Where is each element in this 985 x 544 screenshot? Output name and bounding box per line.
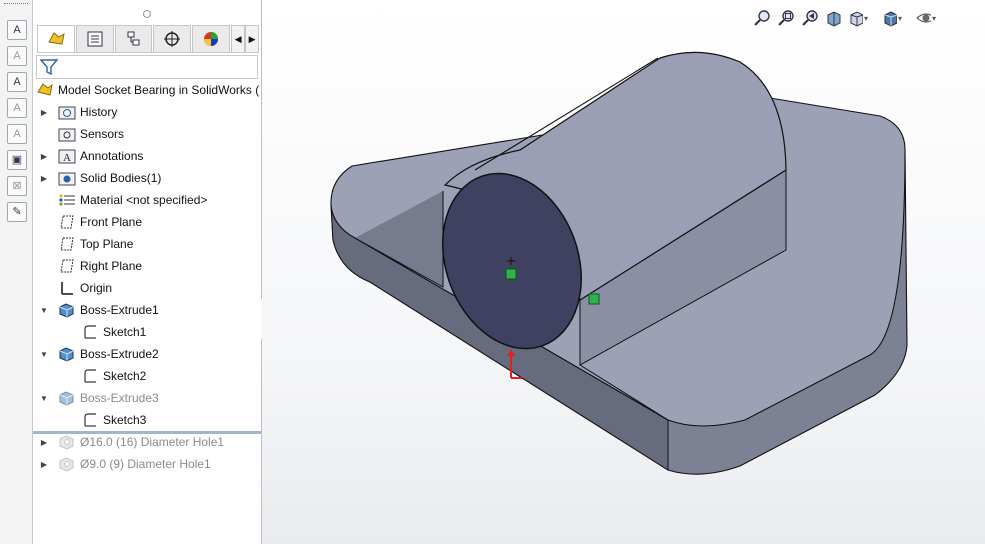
plane-icon <box>58 258 76 274</box>
tree-item-label: Material <not specified> <box>80 193 208 207</box>
history-folder-icon <box>58 104 76 120</box>
tree-item[interactable]: Top Plane <box>58 234 133 254</box>
tree-item-label: Sketch2 <box>103 369 147 383</box>
extrude-icon <box>58 346 76 362</box>
spell-check-icon[interactable]: A <box>7 98 27 118</box>
expand-arrow[interactable]: ▶ <box>39 151 49 161</box>
center-point-marker <box>505 268 517 280</box>
configurationmanager-tab[interactable] <box>114 25 153 52</box>
tree-item[interactable]: Ø9.0 (9) Diameter Hole1 <box>58 454 211 474</box>
tree-item-label: Right Plane <box>80 259 143 273</box>
collapse-arrow[interactable]: ▼ <box>39 305 49 315</box>
feature-manager-panel: ◀ ▶ Model Socket Bearing in SolidWorks (… <box>33 0 262 544</box>
sketch-icon <box>81 412 99 428</box>
tree-root-label: Model Socket Bearing in SolidWorks ( <box>58 83 260 97</box>
tree-item[interactable]: Boss-Extrude2 <box>58 344 159 364</box>
collapse-arrow[interactable]: ▼ <box>39 349 49 359</box>
tree-item[interactable]: A Annotations <box>58 146 143 166</box>
tree-item[interactable]: Ø16.0 (16) Diameter Hole1 <box>58 432 224 452</box>
tree-item-label: History <box>80 105 118 119</box>
tree-item[interactable]: Origin <box>58 278 112 298</box>
extrude-icon <box>58 390 76 406</box>
panel-grip[interactable] <box>143 10 151 18</box>
tree-item-label: Boss-Extrude3 <box>80 391 159 405</box>
tree-item-label: Boss-Extrude1 <box>80 303 159 317</box>
tree-item-label: Top Plane <box>80 237 134 251</box>
plane-icon <box>58 214 76 230</box>
tree-item-label: Origin <box>80 281 113 295</box>
tree-item[interactable]: Front Plane <box>58 212 142 232</box>
tree-item-label: Sketch1 <box>103 325 147 339</box>
tree-item[interactable]: Sketch1 <box>81 322 146 342</box>
chevron-right-icon: ▶ <box>248 33 256 44</box>
tree-item-label: Sensors <box>80 127 125 141</box>
filter-icon <box>39 59 59 76</box>
hole-wizard-icon <box>58 456 76 472</box>
tree-item[interactable]: Sketch3 <box>81 410 146 430</box>
tree-item-label: Boss-Extrude2 <box>80 347 159 361</box>
tree-item[interactable]: Solid Bodies(1) <box>58 168 161 188</box>
tree-item-label: Sketch3 <box>103 413 147 427</box>
annotations-folder-icon: A <box>58 148 76 164</box>
display-manager-tab[interactable] <box>192 25 231 52</box>
featuremanager-tab[interactable] <box>37 25 75 52</box>
tree-item[interactable]: Material <not specified> <box>58 190 207 210</box>
auto-balloon-icon[interactable]: ⊠ <box>7 176 27 196</box>
tree-item[interactable]: Sketch2 <box>81 366 146 386</box>
tree-item-label: Front Plane <box>80 215 143 229</box>
expand-arrow[interactable]: ▶ <box>39 107 49 117</box>
expand-arrow[interactable]: ▶ <box>39 459 49 469</box>
tree-item[interactable]: Boss-Extrude3 <box>58 388 159 408</box>
part-icon <box>36 82 54 98</box>
color-wheel-icon <box>204 32 219 46</box>
hole-wizard-icon <box>58 434 76 450</box>
expand-arrow[interactable]: ▶ <box>39 173 49 183</box>
tree-item[interactable]: Boss-Extrude1 <box>58 300 159 320</box>
chevron-left-icon: ◀ <box>234 33 242 44</box>
tree-item-label: Ø16.0 (16) Diameter Hole1 <box>80 435 225 449</box>
material-icon <box>58 192 76 208</box>
feature-tree-icon <box>48 32 65 45</box>
tree-item[interactable]: History <box>58 102 117 122</box>
left-command-strip: A A A A A ▣ ⊠ ✎ <box>0 0 33 544</box>
tree-item-label: Ø9.0 (9) Diameter Hole1 <box>80 457 211 471</box>
extrude-icon <box>58 302 76 318</box>
smart-dimension-icon[interactable]: A <box>7 20 27 40</box>
tree-item[interactable]: Sensors <box>58 124 124 144</box>
configuration-icon <box>127 31 140 46</box>
crosshair-icon <box>164 31 181 47</box>
origin-icon <box>58 280 76 296</box>
tab-scroll-right[interactable]: ▶ <box>245 25 260 53</box>
note-icon[interactable]: A <box>7 46 27 66</box>
svg-text:A: A <box>63 152 71 164</box>
tree-item[interactable]: Right Plane <box>58 256 142 276</box>
balloon-icon[interactable]: ▣ <box>7 150 27 170</box>
plane-icon <box>58 236 76 252</box>
part-model[interactable] <box>262 0 985 544</box>
propertymanager-tab[interactable] <box>75 25 114 52</box>
property-manager-icon <box>87 31 103 47</box>
sensors-folder-icon <box>58 126 76 142</box>
tree-root-part[interactable]: Model Socket Bearing in SolidWorks ( <box>36 80 259 100</box>
edge-point-marker <box>588 293 600 305</box>
tree-filter-bar[interactable] <box>36 55 258 79</box>
tree-item-label: Annotations <box>80 149 144 163</box>
model-items-icon[interactable]: A <box>7 72 27 92</box>
rollback-bar[interactable] <box>33 431 261 434</box>
collapse-arrow[interactable]: ▼ <box>39 393 49 403</box>
tab-scroll-left[interactable]: ◀ <box>231 25 246 53</box>
expand-arrow[interactable]: ▶ <box>39 437 49 447</box>
graphics-area[interactable]: ▾ ▾ ▾ <box>262 0 985 544</box>
manager-tabs: ◀ ▶ <box>37 25 260 53</box>
tree-item-label: Solid Bodies(1) <box>80 171 162 185</box>
sketch-icon <box>81 368 99 384</box>
strip-grip[interactable] <box>4 3 28 6</box>
solid-bodies-folder-icon <box>58 170 76 186</box>
sketch-icon <box>81 324 99 340</box>
dimxpert-tab[interactable] <box>153 25 192 52</box>
wrench-icon[interactable]: ✎ <box>7 202 27 222</box>
format-painter-icon[interactable]: A <box>7 124 27 144</box>
